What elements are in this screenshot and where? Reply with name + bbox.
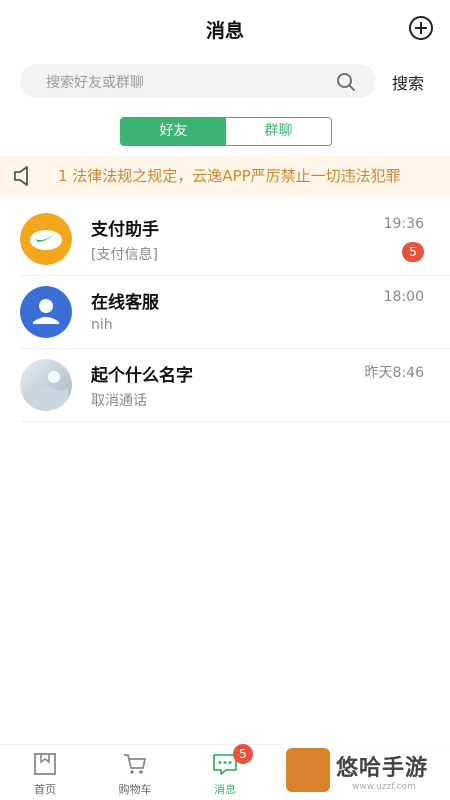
watermark: 悠哈手游 www.uzzf.com — [282, 744, 450, 800]
watermark-subtext: www.uzzf.com — [352, 782, 416, 792]
chat-preview: 取消通话 — [91, 393, 147, 409]
chat-time: 19:36 — [383, 216, 424, 232]
chat-name: 在线客服 — [91, 293, 159, 313]
chat-preview: [支付信息] — [91, 247, 158, 263]
chat-preview: nih — [91, 317, 113, 333]
watermark-text: 悠哈手游 — [336, 756, 429, 781]
friend-group-switch: 好友 群聊 — [120, 117, 332, 146]
message-badge: 5 — [233, 744, 253, 764]
tab-friends[interactable]: 好友 — [121, 118, 226, 145]
tab-messages[interactable]: 5 消息 — [180, 744, 270, 800]
search-icon[interactable] — [336, 72, 356, 92]
customer-service-avatar — [20, 286, 72, 338]
speaker-icon — [14, 166, 28, 186]
tab-groups[interactable]: 群聊 — [226, 118, 331, 145]
home-icon — [34, 753, 56, 775]
page-title: 消息 — [205, 20, 244, 42]
notice-text: 1 法律法规之规定，云逸APP严厉禁止一切违法犯罪 — [58, 167, 401, 185]
chat-item-support[interactable]: 在线客服 nih 18:00 — [0, 276, 450, 349]
add-circle-icon[interactable] — [408, 15, 434, 41]
chat-item-payment[interactable]: 支付助手 [支付信息] 19:36 5 — [0, 203, 450, 276]
chat-time: 18:00 — [383, 289, 424, 305]
photo-avatar — [20, 359, 72, 411]
notice-bar[interactable]: 1 法律法规之规定，云逸APP严厉禁止一切违法犯罪 — [0, 156, 450, 196]
cart-icon — [124, 754, 146, 774]
tab-cart[interactable]: 购物车 — [90, 745, 180, 800]
header: 消息 — [0, 0, 450, 56]
watermark-logo — [286, 748, 330, 792]
tab-home[interactable]: 首页 — [0, 745, 90, 800]
payment-logo-avatar — [20, 213, 72, 265]
tab-label: 消息 — [214, 783, 236, 796]
notice-fade — [426, 156, 450, 196]
chat-item-user[interactable]: 起个什么名字 取消通话 昨天8:46 — [0, 349, 450, 422]
tab-label: 首页 — [34, 783, 56, 796]
bottom-tabbar: 首页 购物车 5 消息 悠哈手游 www.uzzf.com — [0, 744, 450, 800]
search-row: 搜索好友或群聊 搜索 — [0, 62, 450, 100]
search-placeholder: 搜索好友或群聊 — [46, 75, 144, 91]
divider — [20, 421, 450, 422]
search-input[interactable]: 搜索好友或群聊 — [20, 64, 376, 98]
chat-name: 支付助手 — [91, 220, 159, 240]
chat-list: 支付助手 [支付信息] 19:36 5 在线客服 nih 18:00 起个什么名… — [0, 203, 450, 422]
unread-badge: 5 — [402, 242, 424, 262]
tab-label: 购物车 — [118, 783, 152, 796]
chat-time: 昨天8:46 — [364, 365, 424, 381]
search-button[interactable]: 搜索 — [392, 70, 424, 94]
chat-name: 起个什么名字 — [91, 366, 193, 386]
